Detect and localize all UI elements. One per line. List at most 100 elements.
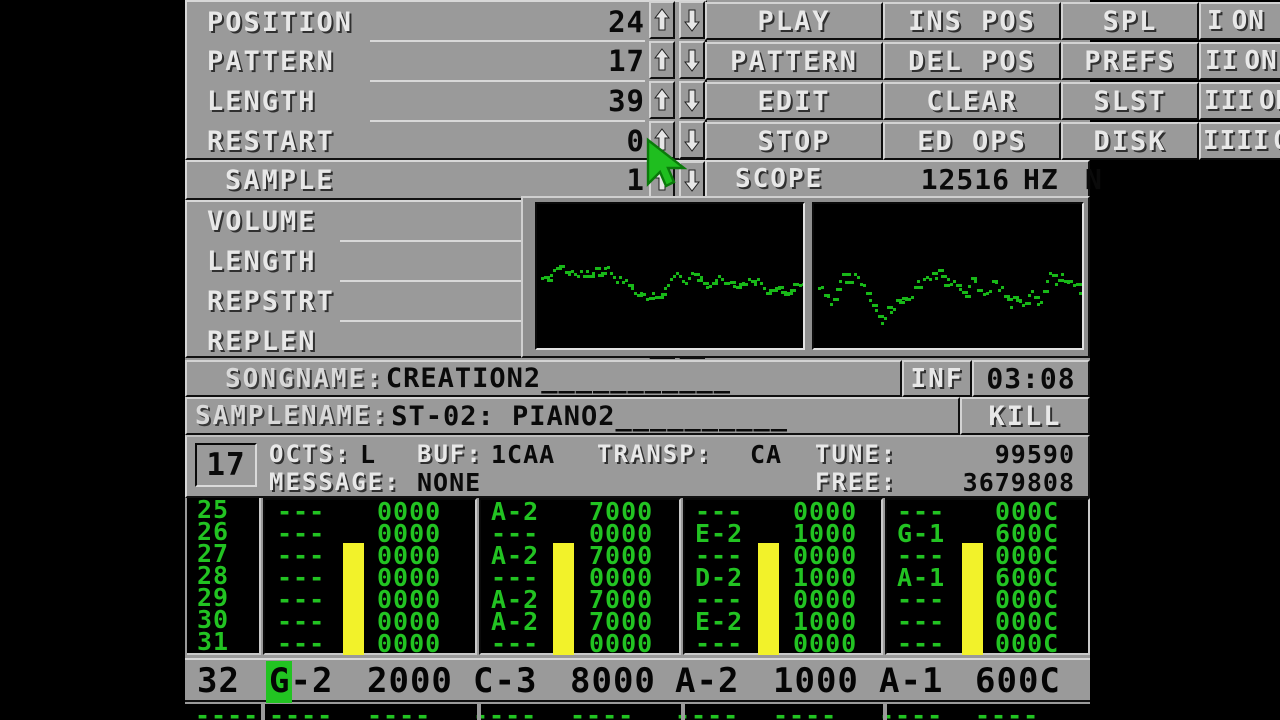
channel-number-4: IIII	[1203, 126, 1270, 156]
up-arrow-icon	[654, 48, 670, 71]
spinner-up-pattern[interactable]	[649, 41, 675, 79]
pattern-current-row[interactable]: 32 G-2 2000 C-3 8000 A-2 1000 A-1 600C	[185, 658, 1090, 703]
channel-state-4: ON	[1274, 126, 1280, 156]
scope-sample-point	[1040, 301, 1043, 304]
samplename-value[interactable]: ST-02: PIANO2__________	[391, 401, 788, 432]
value-position[interactable]: 24	[485, 3, 645, 41]
spinner-up-position[interactable]	[649, 1, 675, 39]
spinner-down-restart[interactable]	[679, 121, 705, 159]
pattern-next-row-cell: ----	[975, 701, 1040, 720]
spinner-up-length[interactable]	[649, 81, 675, 119]
button-disk[interactable]: DISK	[1061, 122, 1199, 160]
label-transp: TRANSP:	[597, 440, 713, 468]
pattern-note: ---	[897, 629, 946, 655]
button-ins-pos[interactable]: INS POS	[883, 2, 1061, 40]
button-pattern[interactable]: PATTERN	[705, 42, 883, 80]
scope-sample-point	[1019, 300, 1022, 303]
scope-sample-point	[580, 270, 583, 273]
spinner-down-sample[interactable]	[679, 161, 705, 199]
scope-sample-point	[589, 275, 595, 278]
value-sample[interactable]: 1	[485, 162, 645, 198]
value-pattern[interactable]: 17	[485, 42, 645, 80]
button-edit[interactable]: EDIT	[705, 82, 883, 120]
pattern-effect: 0000	[793, 629, 858, 655]
scope-sample-point	[1010, 306, 1013, 309]
scope-sample-point	[920, 286, 923, 289]
scope-sample-point	[1028, 294, 1031, 297]
channel-toggle-4[interactable]: IIII ON	[1199, 122, 1280, 160]
value-octs[interactable]: L	[360, 440, 400, 469]
channel-toggle-3[interactable]: III ON	[1199, 82, 1280, 120]
button-del-pos[interactable]: DEL POS	[883, 42, 1061, 80]
scope-sample-point	[881, 322, 884, 325]
spinner-down-position[interactable]	[679, 1, 705, 39]
button-spl[interactable]: SPL	[1061, 2, 1199, 40]
button-prefs[interactable]: PREFS	[1061, 42, 1199, 80]
scope-display-2[interactable]	[812, 202, 1084, 350]
channel-number-3: III	[1204, 86, 1254, 116]
scope-sample-point	[715, 279, 718, 282]
spinner-down-length[interactable]	[679, 81, 705, 119]
scope-sample-point	[989, 290, 992, 293]
spinner-up-sample[interactable]	[649, 161, 675, 199]
channel-state-2: ON	[1244, 46, 1278, 76]
channel-number-1: I	[1207, 6, 1224, 36]
pattern-column-divider	[681, 704, 685, 720]
pattern-grid[interactable]: 25 26 27 28 29 30 31 --- 0000 --- 0000 --- 0000 --- 0…	[185, 498, 1090, 720]
spinner-up-restart[interactable]	[649, 121, 675, 159]
pattern-number-box[interactable]: 17	[195, 443, 257, 487]
pattern-next-row-cell: ----	[195, 701, 260, 720]
vu-meter-channel-1	[343, 543, 364, 655]
channel-state-1: ON	[1231, 6, 1265, 36]
scope-sample-point	[911, 296, 914, 299]
pattern-channel-4[interactable]: --- 000C G-1 600C --- 000C A-1 600C --- 000C --- 00…	[885, 498, 1090, 655]
label-free: FREE:	[815, 468, 898, 496]
value-scope-rate: 12516	[920, 162, 1010, 196]
value-tune[interactable]: 99590	[925, 440, 1075, 469]
up-arrow-icon	[654, 168, 670, 191]
row-number: 31	[197, 627, 230, 655]
songname-row[interactable]: SONGNAME: CREATION2___________	[185, 360, 902, 397]
scope-sample-point	[869, 299, 872, 302]
scope-sample-point	[998, 289, 1001, 292]
button-kill[interactable]: KILL	[960, 397, 1090, 435]
pattern-channel-3[interactable]: --- 0000 E-2 1000 --- 0000 D-2 1000 --- 0000 E-2 10…	[683, 498, 883, 655]
button-ed-ops[interactable]: ED OPS	[883, 122, 1061, 160]
scope-sample-point	[712, 282, 718, 285]
scope-sample-point	[778, 286, 784, 289]
pattern-number-value: 17	[206, 447, 246, 483]
scope-sample-point	[730, 281, 736, 284]
songname-value[interactable]: CREATION2___________	[386, 363, 731, 394]
scope-sample-point	[938, 269, 944, 272]
scope-sample-point	[884, 317, 887, 320]
button-play[interactable]: PLAY	[705, 2, 883, 40]
scope-sample-point	[950, 283, 953, 286]
channel-toggle-2[interactable]: II ON	[1199, 42, 1280, 80]
scope-sample-point	[830, 303, 833, 306]
down-arrow-icon	[684, 129, 700, 152]
scope-sample-point	[833, 298, 839, 301]
button-slst[interactable]: SLST	[1061, 82, 1199, 120]
current-row-note: A-1	[879, 661, 944, 701]
channel-toggle-1[interactable]: I ON	[1199, 2, 1280, 40]
value-scope-mode: N	[1085, 162, 1103, 196]
value-length[interactable]: 39	[485, 82, 645, 120]
scope-sample-point	[652, 292, 655, 295]
pattern-effect: 000C	[995, 629, 1060, 655]
button-inf[interactable]: INF	[902, 360, 972, 397]
scope-display-1[interactable]	[535, 202, 805, 350]
scope-sample-point	[754, 283, 757, 286]
spinner-down-pattern[interactable]	[679, 41, 705, 79]
scope-sample-point	[658, 296, 664, 299]
pattern-channel-1[interactable]: --- 0000 --- 0000 --- 0000 --- 0000 --- 0000 --- 00…	[263, 498, 477, 655]
value-restart[interactable]: 0	[485, 122, 645, 160]
samplename-row[interactable]: SAMPLENAME: ST-02: PIANO2__________	[185, 397, 960, 435]
button-stop[interactable]: STOP	[705, 122, 883, 160]
value-message[interactable]: NONE	[417, 468, 617, 497]
value-transp: CA	[750, 439, 783, 469]
scope-sample-point	[932, 272, 938, 275]
button-clear[interactable]: CLEAR	[883, 82, 1061, 120]
scope-sample-point	[1046, 280, 1049, 283]
pattern-channel-2[interactable]: A-2 7000 --- 0000 A-2 7000 --- 0000 A-2 7000 A-2 70…	[479, 498, 681, 655]
scope-sample-point	[607, 266, 610, 269]
